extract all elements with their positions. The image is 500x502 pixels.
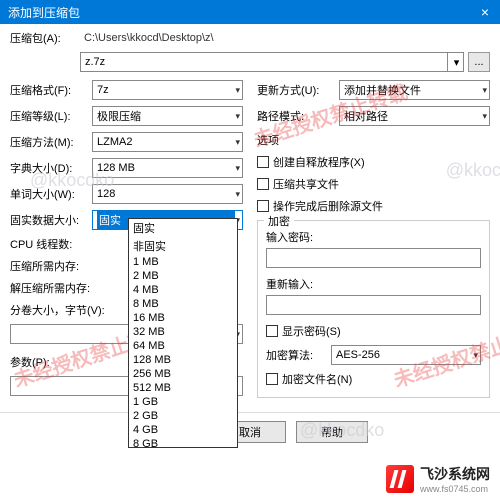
- encnames-checkbox[interactable]: 加密文件名(N): [266, 371, 481, 387]
- mem-decompress-label: 解压缩所需内存:: [10, 280, 92, 296]
- format-combo[interactable]: 7z▾: [92, 80, 243, 100]
- dict-combo[interactable]: 128 MB▾: [92, 158, 243, 178]
- dropdown-item[interactable]: 256 MB: [129, 367, 237, 381]
- checkbox-icon: [257, 200, 269, 212]
- password2-input[interactable]: [266, 295, 481, 315]
- chevron-down-icon: ▾: [235, 163, 240, 174]
- footer-brand: 飞沙系统网 www.fs0745.com: [386, 464, 490, 494]
- opt-sfx-checkbox[interactable]: 创建自释放程序(X): [257, 154, 490, 170]
- options-title: 选项: [257, 132, 490, 148]
- dropdown-item[interactable]: 4 GB: [129, 423, 237, 437]
- level-label: 压缩等级(L):: [10, 108, 92, 124]
- algo-label: 加密算法:: [266, 347, 331, 363]
- password-input[interactable]: [266, 248, 481, 268]
- checkbox-icon: [257, 156, 269, 168]
- browse-button[interactable]: ...: [468, 52, 490, 72]
- word-combo[interactable]: 128▾: [92, 184, 243, 204]
- chevron-down-icon: ▾: [482, 85, 487, 96]
- chevron-down-icon: ▾: [235, 137, 240, 148]
- pathmode-label: 路径模式:: [257, 108, 339, 124]
- method-label: 压缩方法(M):: [10, 134, 92, 150]
- dropdown-item[interactable]: 1 GB: [129, 395, 237, 409]
- dropdown-item[interactable]: 16 MB: [129, 311, 237, 325]
- opt-share-checkbox[interactable]: 压缩共享文件: [257, 176, 490, 192]
- chevron-down-icon: ▾: [473, 350, 478, 361]
- brand-name: 飞沙系统网: [420, 464, 490, 484]
- word-label: 单词大小(W):: [10, 186, 92, 202]
- format-label: 压缩格式(F):: [10, 82, 92, 98]
- archive-history-dropdown[interactable]: ▾: [448, 52, 464, 72]
- right-column: 更新方式(U):添加并替换文件▾ 路径模式:相对路径▾ 选项 创建自释放程序(X…: [257, 80, 490, 402]
- solid-dropdown-list[interactable]: 固实非固实1 MB2 MB4 MB8 MB16 MB32 MB64 MB128 …: [128, 218, 238, 448]
- method-combo[interactable]: LZMA2▾: [92, 132, 243, 152]
- password-label: 输入密码:: [266, 229, 481, 245]
- brand-logo-icon: [386, 465, 414, 493]
- dropdown-item[interactable]: 2 MB: [129, 269, 237, 283]
- algo-combo[interactable]: AES-256▾: [331, 345, 481, 365]
- dropdown-item[interactable]: 8 GB: [129, 437, 237, 448]
- level-combo[interactable]: 极限压缩▾: [92, 106, 243, 126]
- password2-label: 重新输入:: [266, 276, 481, 292]
- checkbox-icon: [266, 373, 278, 385]
- dropdown-item[interactable]: 8 MB: [129, 297, 237, 311]
- dropdown-item[interactable]: 128 MB: [129, 353, 237, 367]
- dropdown-item[interactable]: 4 MB: [129, 283, 237, 297]
- dropdown-item[interactable]: 512 MB: [129, 381, 237, 395]
- dropdown-item[interactable]: 32 MB: [129, 325, 237, 339]
- pathmode-combo[interactable]: 相对路径▾: [339, 106, 490, 126]
- chevron-down-icon: ▾: [235, 189, 240, 200]
- encryption-section: 加密 输入密码: 重新输入: 显示密码(S) 加密算法:AES-256▾ 加密文…: [257, 220, 490, 398]
- chevron-down-icon: ▾: [235, 85, 240, 96]
- chevron-down-icon: ▾: [482, 111, 487, 122]
- brand-url: www.fs0745.com: [420, 484, 490, 494]
- archive-label: 压缩包(A):: [10, 30, 80, 46]
- split-label: 分卷大小，字节(V):: [10, 302, 120, 318]
- dropdown-item[interactable]: 非固实: [129, 237, 237, 255]
- dialog-content: 压缩包(A): C:\Users\kkocd\Desktop\z\ ▾ ... …: [0, 24, 500, 408]
- dropdown-item[interactable]: 1 MB: [129, 255, 237, 269]
- dropdown-item[interactable]: 2 GB: [129, 409, 237, 423]
- help-button[interactable]: 帮助: [296, 421, 368, 443]
- dropdown-item[interactable]: 固实: [129, 219, 237, 237]
- dropdown-item[interactable]: 64 MB: [129, 339, 237, 353]
- archive-name-input[interactable]: [80, 52, 448, 72]
- encryption-legend: 加密: [264, 213, 294, 229]
- update-label: 更新方式(U):: [257, 82, 339, 98]
- window-title: 添加到压缩包: [8, 4, 80, 21]
- archive-path: C:\Users\kkocd\Desktop\z\: [80, 30, 490, 46]
- titlebar: 添加到压缩包 ×: [0, 0, 500, 24]
- checkbox-icon: [266, 325, 278, 337]
- update-combo[interactable]: 添加并替换文件▾: [339, 80, 490, 100]
- showpwd-checkbox[interactable]: 显示密码(S): [266, 323, 481, 339]
- close-icon[interactable]: ×: [478, 5, 492, 19]
- mem-compress-label: 压缩所需内存:: [10, 258, 92, 274]
- dialog-buttons: 确定 取消 帮助: [0, 412, 500, 451]
- opt-delete-checkbox[interactable]: 操作完成后删除源文件: [257, 198, 490, 214]
- dict-label: 字典大小(D):: [10, 160, 92, 176]
- params-label: 参数(P):: [10, 354, 92, 370]
- cpu-label: CPU 线程数:: [10, 236, 92, 252]
- solid-label: 固实数据大小:: [10, 212, 92, 228]
- checkbox-icon: [257, 178, 269, 190]
- chevron-down-icon: ▾: [235, 111, 240, 122]
